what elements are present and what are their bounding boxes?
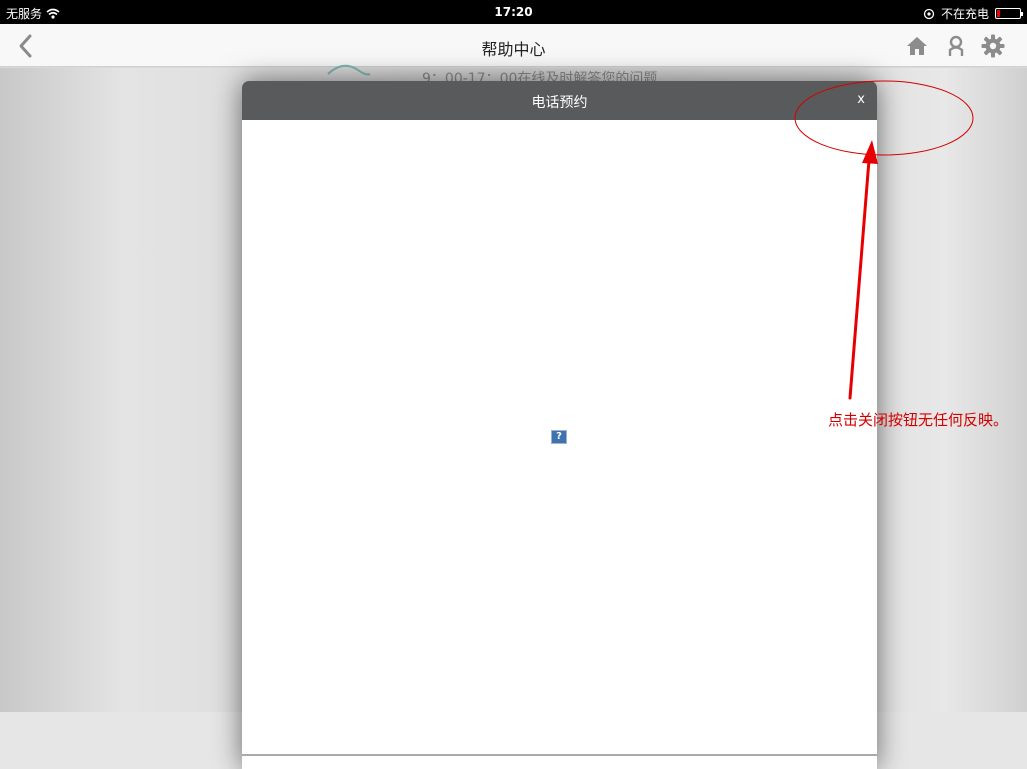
- status-time: 17:20: [494, 5, 533, 19]
- battery-status-label: 不在充电: [940, 7, 989, 21]
- battery-icon: [995, 8, 1023, 19]
- user-icon[interactable]: [943, 33, 969, 59]
- status-bar: 无服务 17:20 不在充电: [0, 0, 1027, 24]
- phone-appointment-modal: 电话预约 x ?: [242, 81, 877, 769]
- home-icon[interactable]: [904, 33, 930, 59]
- broken-image-icon: ?: [551, 430, 567, 444]
- modal-footer-divider: [242, 754, 877, 756]
- nav-bar: 帮助中心: [0, 24, 1027, 67]
- page-title: 帮助中心: [481, 40, 546, 59]
- orientation-lock-icon: [923, 8, 935, 19]
- annotation-text: 点击关闭按钮无任何反映。: [828, 411, 1009, 429]
- modal-header: 电话预约 x: [242, 81, 877, 120]
- status-right: 不在充电: [923, 5, 1023, 22]
- modal-title: 电话预约: [531, 95, 588, 111]
- gear-icon[interactable]: [980, 33, 1006, 59]
- close-button[interactable]: x: [857, 92, 865, 107]
